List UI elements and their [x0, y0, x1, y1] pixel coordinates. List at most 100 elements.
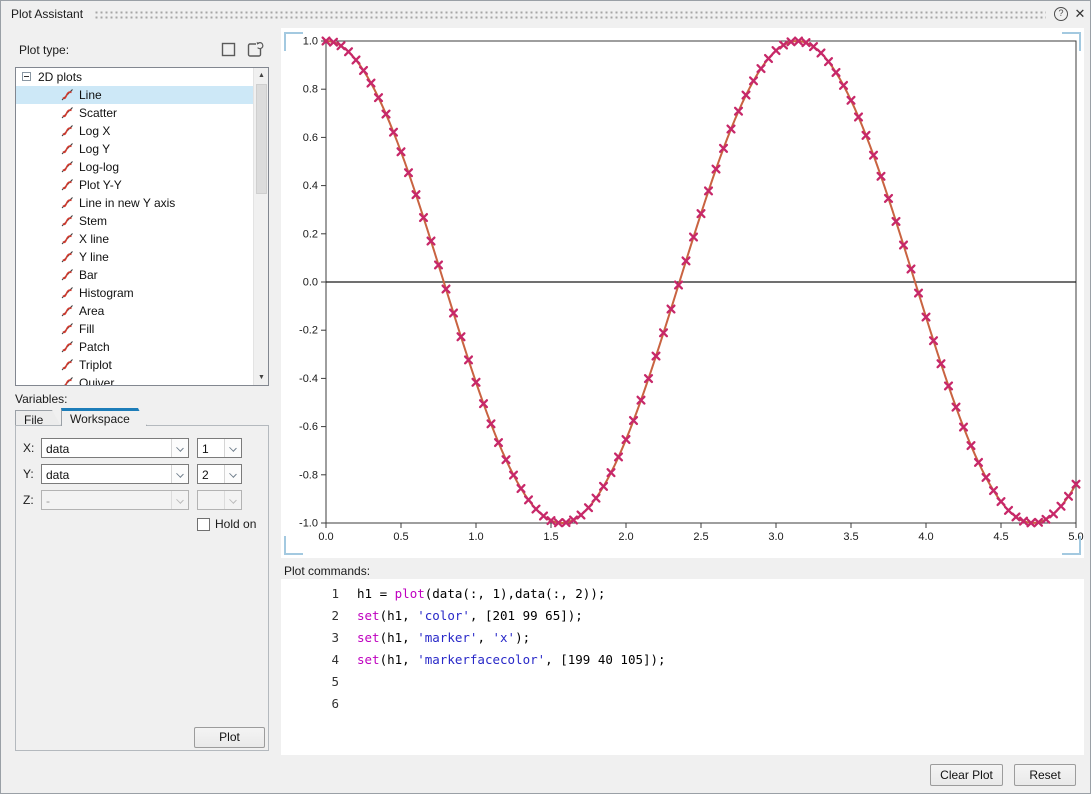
reset-button[interactable]: Reset	[1014, 764, 1076, 786]
y-tick-label: -0.6	[299, 421, 318, 433]
square-icon[interactable]	[220, 40, 238, 58]
x-marker	[780, 42, 787, 49]
code-segment: 'x'	[493, 630, 516, 645]
line-chart[interactable]: 0.00.51.01.52.02.53.03.54.04.55.01.00.80…	[281, 28, 1084, 558]
plot-button[interactable]: Plot	[194, 727, 265, 748]
y-column-dropdown-button[interactable]	[224, 465, 241, 483]
y-tick-label: 0.2	[303, 228, 318, 240]
x-field-label: X:	[23, 441, 34, 455]
code-segment: (h1,	[380, 630, 418, 645]
tree-item-log-log[interactable]: Log-log	[16, 158, 268, 176]
x-marker	[600, 483, 607, 490]
plot-type-icon	[60, 250, 75, 264]
tree-item-scatter[interactable]: Scatter	[16, 104, 268, 122]
tree-item-label: Scatter	[79, 106, 117, 120]
y-tick-label: -0.8	[299, 469, 318, 481]
y-variable-combobox[interactable]: data	[41, 464, 189, 484]
code-line[interactable]: 1h1 = plot(data(:, 1),data(:, 2));	[281, 583, 1084, 605]
code-segment: );	[515, 630, 530, 645]
code-line[interactable]: 6	[281, 693, 1084, 715]
code-segment: (data(:, 1),data(:, 2));	[425, 586, 606, 601]
scrollbar-down-icon[interactable]: ▼	[254, 370, 269, 385]
tree-item-line[interactable]: Line	[16, 86, 268, 104]
code-segment: , [199 40 105]);	[545, 652, 665, 667]
x-marker	[345, 48, 352, 55]
tree-item-bar[interactable]: Bar	[16, 266, 268, 284]
drag-handle-dots[interactable]	[94, 10, 1046, 19]
y-tick-label: 0.0	[303, 277, 318, 289]
tree-item-triplot[interactable]: Triplot	[16, 356, 268, 374]
x-marker	[773, 47, 780, 54]
tab-file[interactable]: File	[15, 410, 61, 426]
plot-assistant-window: Plot Assistant ? ✕ Plot type: 2D plotsLi…	[0, 0, 1091, 794]
tree-item-label: Y line	[79, 250, 109, 264]
x-marker	[818, 50, 825, 57]
x-marker	[983, 474, 990, 481]
tree-item-patch[interactable]: Patch	[16, 338, 268, 356]
x-variable-combobox[interactable]: data	[41, 438, 189, 458]
y-column-combobox[interactable]: 2	[197, 464, 242, 484]
x-column-dropdown-button[interactable]	[224, 439, 241, 457]
code-line[interactable]: 5	[281, 671, 1084, 693]
tab-workspace[interactable]: Workspace	[61, 408, 147, 426]
tree-item-x-line[interactable]: X line	[16, 230, 268, 248]
x-variable-dropdown-button[interactable]	[171, 439, 188, 457]
x-tick-label: 3.0	[768, 531, 783, 543]
code-segment: h1 =	[357, 586, 395, 601]
tree-item-quiver[interactable]: Quiver	[16, 374, 268, 386]
y-tick-label: -1.0	[299, 518, 318, 530]
tree-item-2d-plots[interactable]: 2D plots	[16, 68, 268, 86]
scrollbar-thumb[interactable]	[256, 84, 267, 194]
tree-item-log-x[interactable]: Log X	[16, 122, 268, 140]
tree-scrollbar[interactable]: ▲ ▼	[253, 68, 268, 385]
clear-plot-button[interactable]: Clear Plot	[930, 764, 1003, 786]
tree-item-histogram[interactable]: Histogram	[16, 284, 268, 302]
scrollbar-up-icon[interactable]: ▲	[254, 68, 269, 83]
plot-type-icon	[60, 160, 75, 174]
plot-type-icon	[60, 178, 75, 192]
tree-item-plot-y-y[interactable]: Plot Y-Y	[16, 176, 268, 194]
z-variable-combobox: -	[41, 490, 189, 510]
x-marker	[585, 504, 592, 511]
y-column-value: 2	[202, 468, 221, 482]
z-variable-dropdown-button	[171, 491, 188, 509]
tree-item-fill[interactable]: Fill	[16, 320, 268, 338]
help-icon[interactable]: ?	[1054, 7, 1068, 21]
plot-type-icon	[60, 358, 75, 372]
chevron-down-icon	[229, 496, 237, 504]
tree-item-label: Fill	[79, 322, 94, 336]
refresh-icon[interactable]	[246, 40, 264, 58]
x-marker	[750, 77, 757, 84]
plot-canvas[interactable]: 0.00.51.01.52.02.53.03.54.04.55.01.00.80…	[281, 28, 1084, 558]
x-marker	[990, 487, 997, 494]
code-line[interactable]: 4set(h1, 'markerfacecolor', [199 40 105]…	[281, 649, 1084, 671]
x-column-combobox[interactable]: 1	[197, 438, 242, 458]
x-marker	[825, 58, 832, 65]
x-marker	[360, 67, 367, 74]
plot-commands-label: Plot commands:	[284, 564, 370, 578]
tree-item-label: Area	[79, 304, 104, 318]
collapse-icon[interactable]	[22, 72, 31, 81]
tree-item-y-line[interactable]: Y line	[16, 248, 268, 266]
tree-item-area[interactable]: Area	[16, 302, 268, 320]
tree-item-line-in-new-y-axis[interactable]: Line in new Y axis	[16, 194, 268, 212]
hold-on-checkbox[interactable]	[197, 518, 210, 531]
code-line[interactable]: 3set(h1, 'marker', 'x');	[281, 627, 1084, 649]
tree-item-label: Patch	[79, 340, 110, 354]
x-tick-label: 0.5	[393, 531, 408, 543]
window-title: Plot Assistant	[11, 7, 83, 21]
tree-item-stem[interactable]: Stem	[16, 212, 268, 230]
y-variable-dropdown-button[interactable]	[171, 465, 188, 483]
plot-type-icon	[60, 304, 75, 318]
close-icon[interactable]: ✕	[1073, 6, 1087, 22]
code-line[interactable]: 2set(h1, 'color', [201 99 65]);	[281, 605, 1084, 627]
tree-item-label: X line	[79, 232, 109, 246]
x-marker	[765, 55, 772, 62]
hold-on-option: Hold on	[197, 517, 256, 531]
plot-commands-editor[interactable]: 1h1 = plot(data(:, 1),data(:, 2));2set(h…	[281, 579, 1084, 755]
y-tick-label: 0.6	[303, 132, 318, 144]
x-tick-label: 0.0	[318, 531, 333, 543]
tree-item-log-y[interactable]: Log Y	[16, 140, 268, 158]
x-marker	[1005, 507, 1012, 514]
y-variable-value: data	[46, 468, 168, 482]
